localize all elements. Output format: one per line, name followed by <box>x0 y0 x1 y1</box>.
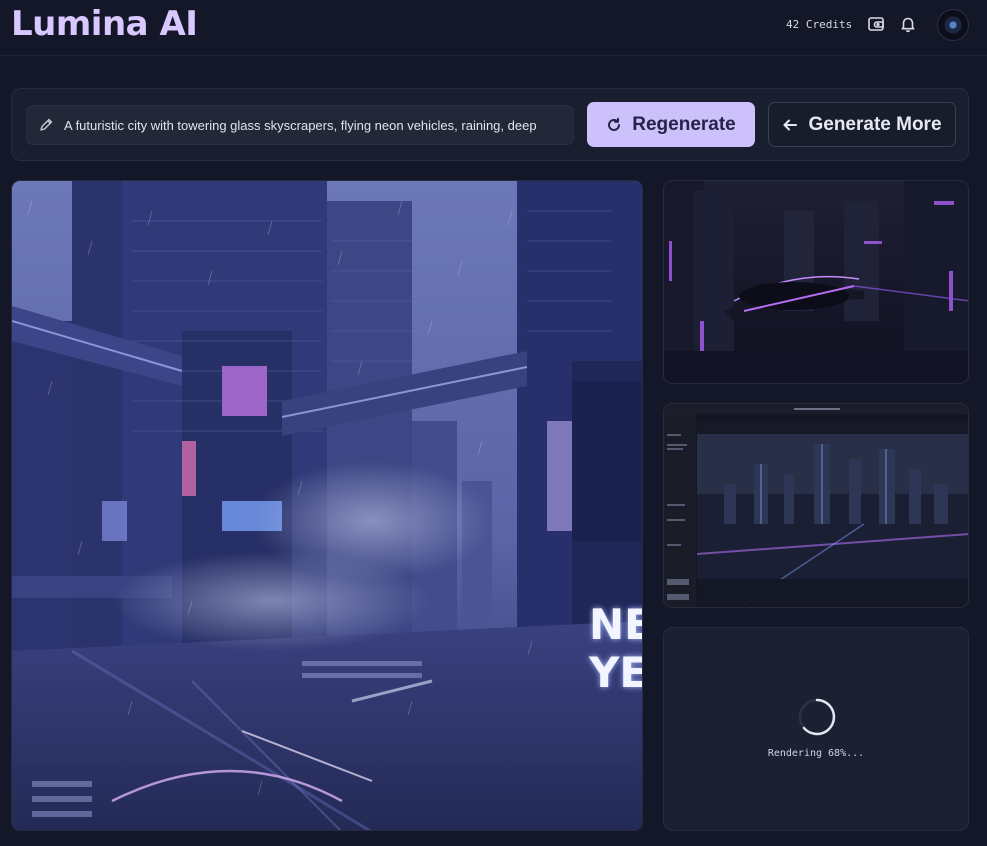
app-logo: Lumina AI <box>11 4 198 44</box>
prompt-input[interactable]: A futuristic city with towering glass sk… <box>26 105 574 145</box>
city-aerial-illustration <box>664 404 968 607</box>
wallet-icon[interactable] <box>867 15 885 33</box>
main-generated-image[interactable]: NEO YEA <box>11 180 643 831</box>
thumbnail-flying-car[interactable] <box>663 180 969 384</box>
prompt-bar: A futuristic city with towering glass sk… <box>11 88 969 161</box>
generate-more-button[interactable]: Generate More <box>768 102 956 147</box>
rendering-status: Rendering 68%... <box>767 748 865 759</box>
loading-spinner-icon <box>798 698 836 736</box>
user-avatar[interactable] <box>937 9 969 41</box>
rendering-card: Rendering 68%... <box>663 627 969 831</box>
app-header: Lumina AI 42 Credits <box>0 0 987 56</box>
neon-sign-line-2: YEA <box>589 648 642 697</box>
thumbnail-city-aerial[interactable] <box>663 403 969 608</box>
neon-sign: NEO YEA <box>589 600 642 697</box>
bell-icon[interactable] <box>899 15 917 33</box>
prompt-text: A futuristic city with towering glass sk… <box>64 117 537 133</box>
regenerate-label: Regenerate <box>632 113 736 135</box>
refresh-icon <box>608 117 621 131</box>
arrow-left-icon <box>783 119 798 130</box>
neon-sign-line-1: NEO <box>589 600 642 649</box>
credits-counter: 42 Credits <box>786 18 853 31</box>
city-illustration <box>12 181 642 830</box>
flying-car-illustration <box>664 181 968 383</box>
regenerate-button[interactable]: Regenerate <box>587 102 755 147</box>
pencil-icon <box>40 118 53 131</box>
generate-more-label: Generate More <box>808 113 942 135</box>
